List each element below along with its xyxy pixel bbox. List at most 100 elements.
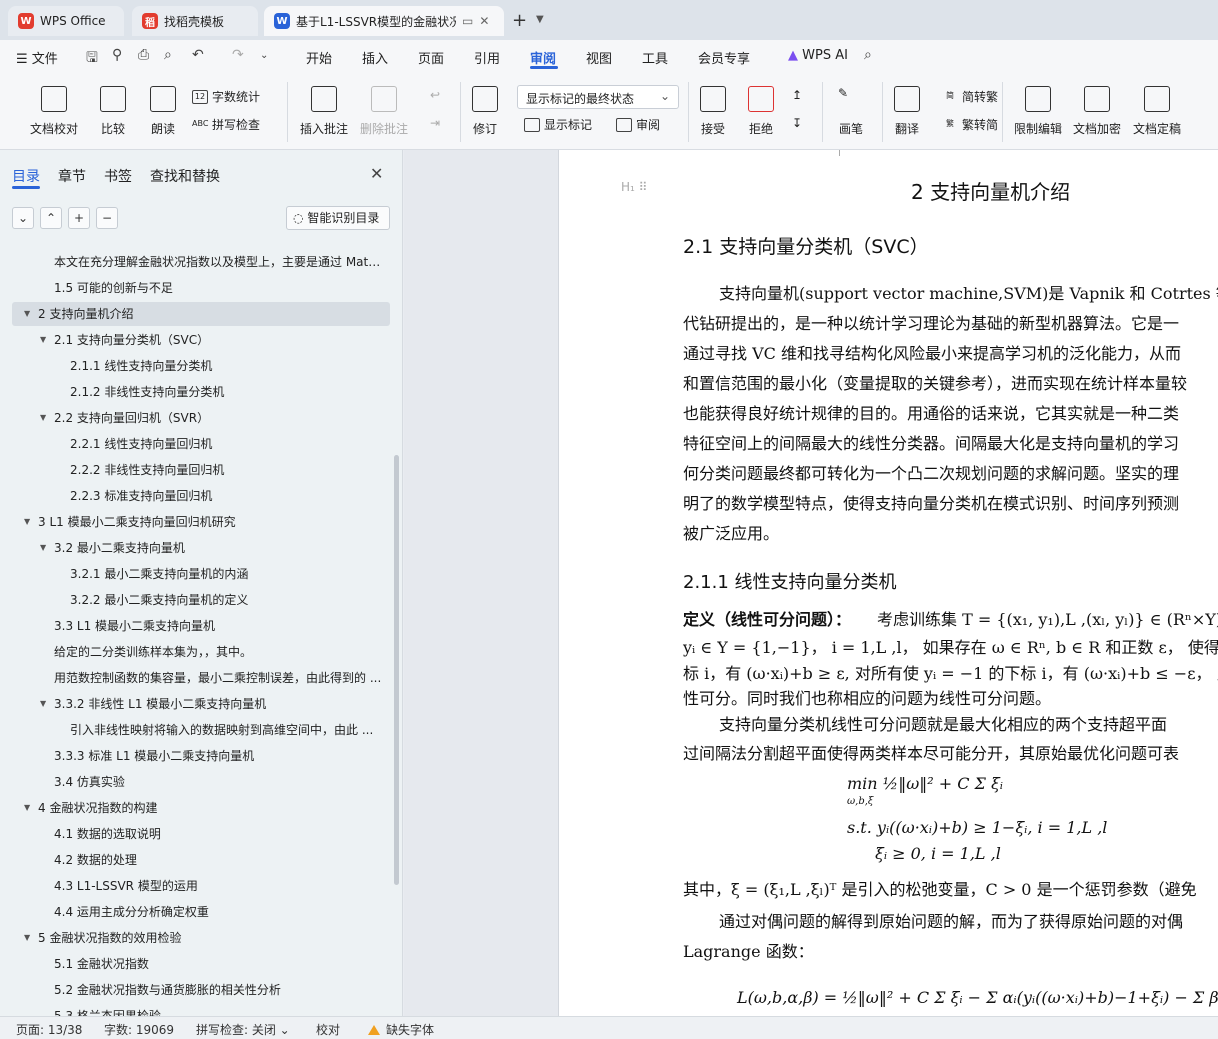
- expand-button[interactable]: ⌃: [40, 207, 62, 229]
- toc-item[interactable]: ▼ 5 金融状况指数的效用检验: [12, 926, 390, 950]
- remove-heading-button[interactable]: −: [96, 207, 118, 229]
- to-simplified-button[interactable]: 繁 繁转简: [942, 116, 998, 133]
- review-pane-button[interactable]: 审阅: [616, 116, 660, 133]
- missing-font-indicator[interactable]: 缺失字体: [368, 1021, 434, 1038]
- smart-toc-button[interactable]: ◌ 智能识别目录: [286, 206, 390, 230]
- add-heading-button[interactable]: +: [68, 207, 90, 229]
- toc-item[interactable]: 2.2.3 标准支持向量回归机: [12, 484, 390, 508]
- page-indicator[interactable]: 页面: 13/38: [16, 1021, 82, 1038]
- toc-item[interactable]: 4.2 数据的处理: [12, 848, 390, 872]
- print-preview-icon[interactable]: ⌕: [164, 47, 172, 63]
- spell-check-status[interactable]: 拼写检查: 关闭 ⌄: [196, 1021, 290, 1038]
- toc-item[interactable]: 1.5 可能的创新与不足: [12, 276, 390, 300]
- translate-button[interactable]: 翻译: [894, 86, 920, 137]
- doc-encrypt-button[interactable]: 文档加密: [1073, 86, 1121, 137]
- toc-item[interactable]: 4.4 运用主成分分析确定权重: [12, 900, 390, 924]
- nav-scrollbar[interactable]: [394, 455, 399, 885]
- toc-item[interactable]: 给定的二分类训练样本集为，，其中。: [12, 640, 390, 664]
- compare-button[interactable]: 比较: [100, 86, 126, 137]
- doc-finalize-button[interactable]: 文档定稿: [1133, 86, 1181, 137]
- accept-button[interactable]: 接受: [700, 86, 726, 137]
- delete-comment-button[interactable]: 删除批注: [360, 86, 408, 137]
- toc-item[interactable]: 2.1.2 非线性支持向量分类机: [12, 380, 390, 404]
- menu-references[interactable]: 引用: [474, 48, 500, 67]
- toc-item[interactable]: ▼ 2.1 支持向量分类机（SVC）: [12, 328, 390, 352]
- collapse-all-button[interactable]: ⌄: [12, 207, 34, 229]
- word-count-indicator[interactable]: 字数: 19069: [104, 1021, 174, 1038]
- expand-triangle-icon[interactable]: ▼: [24, 796, 30, 820]
- quick-access-chevron-icon[interactable]: ⌄: [260, 50, 268, 61]
- toc-item[interactable]: ▼ 2 支持向量机介绍: [12, 302, 390, 326]
- revise-button[interactable]: 修订: [472, 86, 498, 137]
- print-icon[interactable]: ⎙: [138, 47, 149, 63]
- toc-item[interactable]: 3.4 仿真实验: [12, 770, 390, 794]
- toc-item[interactable]: 5.3 格兰杰因果检验: [12, 1004, 390, 1016]
- toc-item[interactable]: ▼ 3 L1 模最小二乘支持向量回归机研究: [12, 510, 390, 534]
- toc-item[interactable]: 4.1 数据的选取说明: [12, 822, 390, 846]
- menu-review[interactable]: 审阅: [530, 48, 556, 67]
- nav-tab-find-replace[interactable]: 查找和替换: [150, 166, 220, 186]
- menu-wps-ai[interactable]: ▲ WPS AI: [788, 48, 848, 63]
- menu-insert[interactable]: 插入: [362, 48, 388, 67]
- pen-button[interactable]: ✎ 画笔: [838, 86, 864, 137]
- reject-button[interactable]: 拒绝: [748, 86, 774, 137]
- toc-item[interactable]: 2.1.1 线性支持向量分类机: [12, 354, 390, 378]
- toc-item[interactable]: ▼ 3.3.2 非线性 L1 模最小二乘支持向量机: [12, 692, 390, 716]
- new-tab-icon[interactable]: +: [512, 10, 527, 31]
- expand-triangle-icon[interactable]: ▼: [40, 536, 46, 560]
- toc-item[interactable]: 3.2.2 最小二乘支持向量机的定义: [12, 588, 390, 612]
- show-markup-button[interactable]: 显示标记: [524, 116, 592, 133]
- toc-item[interactable]: ▼ 2.2 支持向量回归机（SVR）: [12, 406, 390, 430]
- expand-triangle-icon[interactable]: ▼: [40, 328, 46, 352]
- nav-tab-chapters[interactable]: 章节: [58, 166, 86, 186]
- toc-item[interactable]: ▼ 4 金融状况指数的构建: [12, 796, 390, 820]
- share-icon[interactable]: ⚲: [112, 47, 122, 63]
- tab-wps-office[interactable]: W WPS Office: [8, 6, 124, 36]
- expand-triangle-icon[interactable]: ▼: [40, 406, 46, 430]
- menu-start[interactable]: 开始: [306, 48, 332, 67]
- toc-item[interactable]: 3.3.3 标准 L1 模最小二乘支持向量机: [12, 744, 390, 768]
- document-page[interactable]: H₁ ⠿ 2 支持向量机介绍 2.1 支持向量分类机（SVC） 支持向量机(su…: [558, 150, 1218, 1016]
- menu-tools[interactable]: 工具: [642, 48, 668, 67]
- nav-tab-bookmarks[interactable]: 书签: [104, 166, 132, 186]
- undo-icon[interactable]: ↶: [192, 47, 204, 63]
- toc-item[interactable]: 3.3 L1 模最小二乘支持向量机: [12, 614, 390, 638]
- toc-item[interactable]: 引入非线性映射将输入的数据映射到高维空间中，由此 ...: [12, 718, 390, 742]
- toc-item[interactable]: 3.2.1 最小二乘支持向量机的内涵: [12, 562, 390, 586]
- heading-style-marker[interactable]: H₁ ⠿: [621, 180, 647, 194]
- prev-comment-icon[interactable]: ↩: [430, 88, 440, 102]
- toc-item[interactable]: 2.2.1 线性支持向量回归机: [12, 432, 390, 456]
- toc-item[interactable]: 2.2.2 非线性支持向量回归机: [12, 458, 390, 482]
- menu-page[interactable]: 页面: [418, 48, 444, 67]
- expand-triangle-icon[interactable]: ▼: [24, 302, 30, 326]
- expand-triangle-icon[interactable]: ▼: [24, 510, 30, 534]
- next-comment-icon[interactable]: ⇥: [430, 116, 440, 130]
- search-icon[interactable]: ⌕: [864, 47, 872, 63]
- window-icon[interactable]: ▭: [462, 14, 473, 28]
- proof-button[interactable]: 校对: [316, 1021, 340, 1038]
- close-icon[interactable]: ✕: [370, 164, 383, 183]
- toc-item[interactable]: 本文在充分理解金融状况指数以及模型上，主要是通过 Mat ...: [12, 250, 390, 274]
- menu-view[interactable]: 视图: [586, 48, 612, 67]
- expand-triangle-icon[interactable]: ▼: [40, 692, 46, 716]
- next-change-icon[interactable]: ↧: [792, 116, 802, 130]
- toc-item[interactable]: ▼ 3.2 最小二乘支持向量机: [12, 536, 390, 560]
- save-icon[interactable]: 🖫: [86, 47, 98, 71]
- restrict-edit-button[interactable]: 限制编辑: [1014, 86, 1062, 137]
- spell-check-button[interactable]: ABC 拼写检查: [192, 116, 260, 133]
- toc-item[interactable]: 用范数控制函数的集容量，最小二乘控制误差，由此得到的 ...: [12, 666, 390, 690]
- doc-check-button[interactable]: 文档校对: [30, 86, 78, 137]
- chevron-down-icon[interactable]: ▼: [536, 14, 544, 25]
- redo-icon[interactable]: ↷: [232, 47, 244, 63]
- toc-item[interactable]: 5.1 金融状况指数: [12, 952, 390, 976]
- toc-item[interactable]: 4.3 L1-LSSVR 模型的运用: [12, 874, 390, 898]
- read-aloud-button[interactable]: 朗读: [150, 86, 176, 137]
- prev-change-icon[interactable]: ↥: [792, 88, 802, 102]
- markup-display-select[interactable]: 显示标记的最终状态 ⌄: [517, 85, 679, 109]
- word-count-button[interactable]: 12 字数统计: [192, 88, 260, 105]
- menu-member[interactable]: 会员专享: [698, 48, 750, 67]
- tab-document[interactable]: W 基于L1-LSSVR模型的金融状况 ▭ ✕: [264, 6, 504, 36]
- toc-item[interactable]: 5.2 金融状况指数与通货膨胀的相关性分析: [12, 978, 390, 1002]
- menu-file[interactable]: ☰ 文件: [16, 48, 58, 67]
- expand-triangle-icon[interactable]: ▼: [24, 926, 30, 950]
